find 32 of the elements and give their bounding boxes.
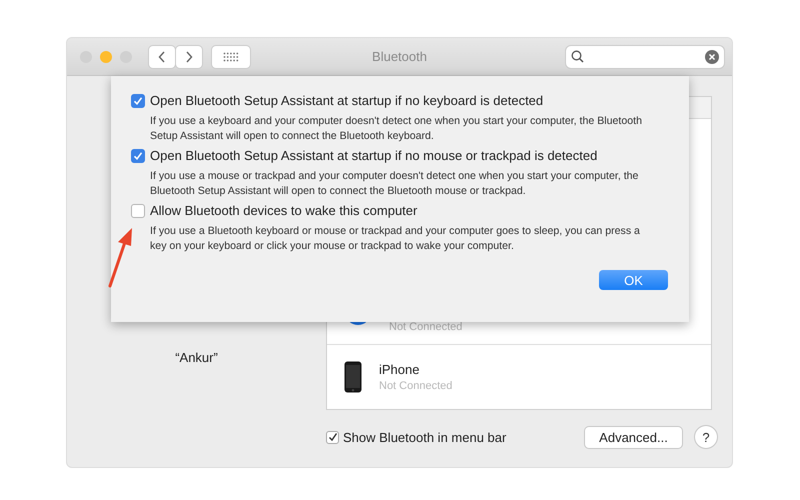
clear-icon[interactable] [705,50,719,64]
option-label: Open Bluetooth Setup Assistant at startup if no keyboard is detected [150,93,544,108]
computer-name: “Ankur” [175,350,218,366]
phone-icon [344,361,362,393]
forward-button[interactable] [176,46,202,68]
help-button[interactable]: ? [695,426,717,448]
option-label: Open Bluetooth Setup Assistant at startup if no mouse or trackpad is detected [150,148,598,163]
checkbox[interactable] [131,204,145,218]
window-title: Bluetooth [371,49,428,64]
device-name: iPhone [379,362,420,377]
chevron-right-icon [185,50,193,62]
checkmark-icon [328,432,338,442]
search-icon [571,50,584,63]
search-field[interactable] [566,46,724,68]
show-all-button[interactable] [212,46,250,68]
option-label: Allow Bluetooth devices to wake this computer [150,203,418,218]
chevron-left-icon [158,50,166,62]
checkbox[interactable] [131,148,145,162]
checkbox-label: Show Bluetooth in menu bar [343,430,506,444]
advanced-button[interactable]: Advanced... [585,426,682,448]
checkmark-icon [133,150,143,160]
checkmark-icon [133,96,143,106]
option-description: If you use a mouse or trackpad and your computer doesn't detect one when you start your computer, the Bluetooth Setup Assistant will open to connect the Bluetooth mouse or trackpad. [150,169,640,199]
back-button[interactable] [149,46,175,68]
option-description: If you use a keyboard and your computer doesn't detect one when you start your computer, the Bluetooth Setup Assistant will open to connect the Bluetooth keyboard. [150,114,643,144]
grid-icon [223,52,239,62]
checkbox[interactable] [326,430,339,444]
device-status: Not Connected [389,320,462,332]
device-status: Not Connected [379,380,452,392]
checkbox[interactable] [131,94,145,108]
device-row[interactable]: iPhone Not Connected [327,344,711,409]
option-description: If you use a Bluetooth keyboard or mouse or trackpad and your computer goes to sleep, you can press a key on your keyboard or click your mouse or trackpad to wake your computer. [150,224,641,254]
